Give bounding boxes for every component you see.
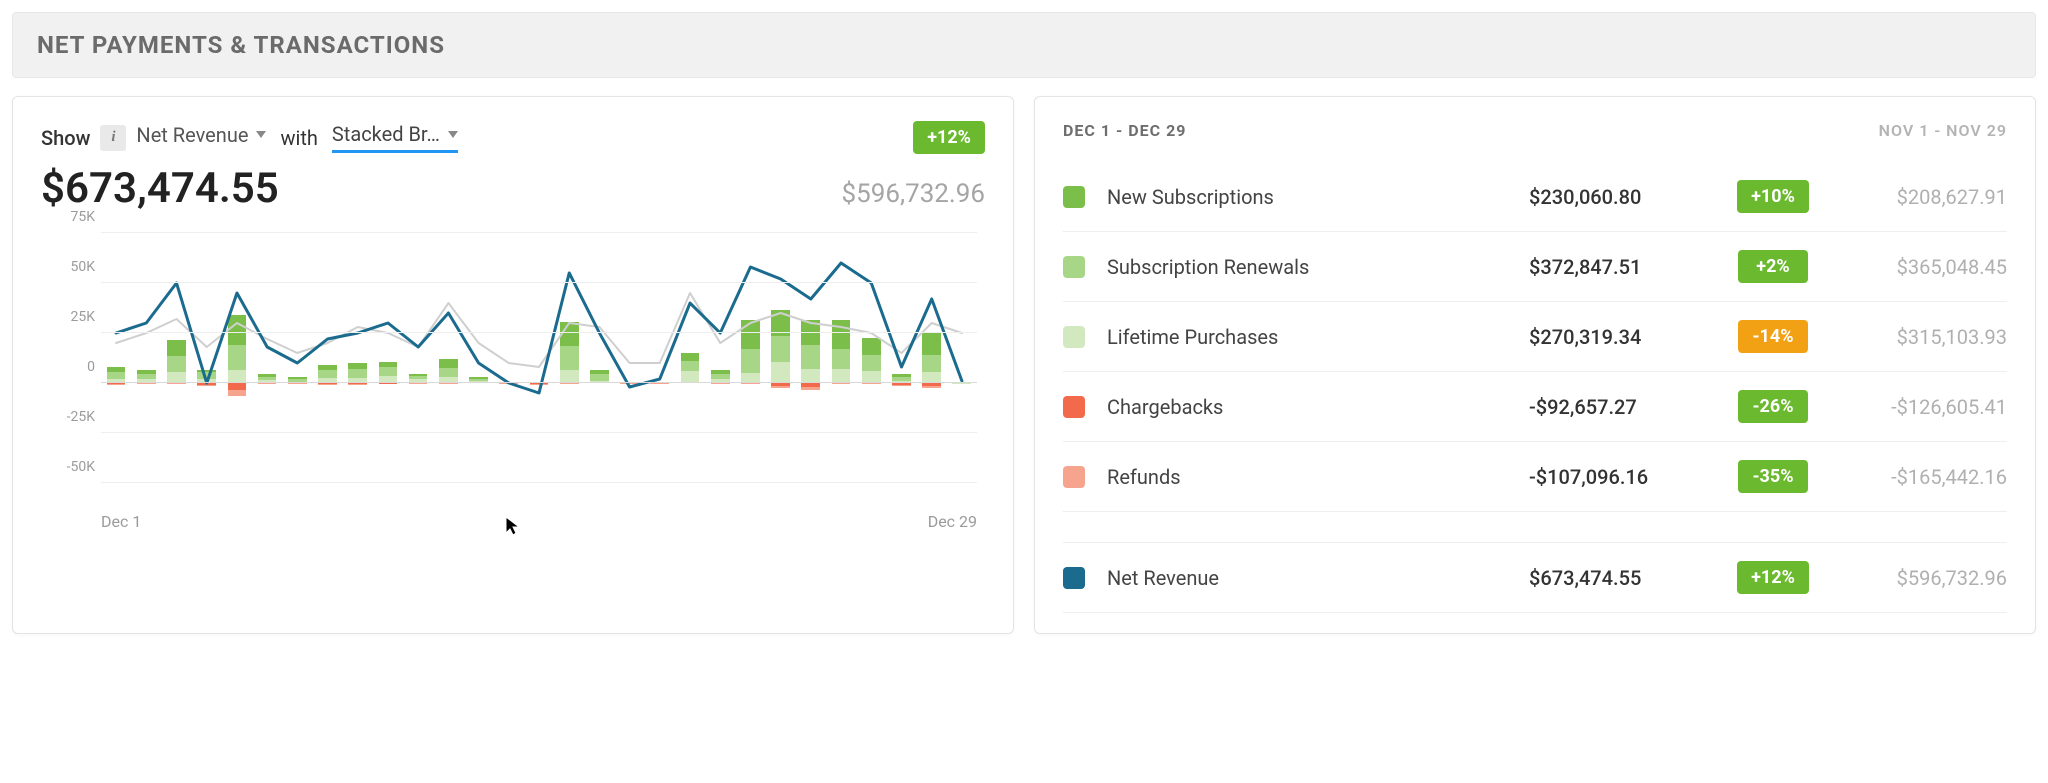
period-previous: NOV 1 - NOV 29 [1879,121,2007,140]
metric-prev-value: $596,732.96 [1837,566,2007,590]
bar-day[interactable] [645,233,675,503]
bar-day[interactable] [916,233,946,503]
y-tick-label: -25K [41,409,95,425]
y-tick-label: 75K [41,209,95,225]
metric-change-badge: +2% [1738,250,1808,283]
metric-row: Lifetime Purchases $270,319.34 -14% $315,10… [1063,302,2007,372]
chart-plot-area [101,233,977,503]
metric-name: Refunds [1107,465,1515,489]
chart-panel: Show i Net Revenue with Stacked Br… +12%… [12,96,1014,634]
info-icon[interactable]: i [100,125,126,151]
metric-name: Chargebacks [1107,395,1515,419]
bar-day[interactable] [282,233,312,503]
bar-day[interactable] [614,233,644,503]
metric-prev-value: $315,103.93 [1837,325,2007,349]
bar-day[interactable] [494,233,524,503]
bar-day[interactable] [796,233,826,503]
section-header: NET PAYMENTS & TRANSACTIONS [12,12,2036,78]
metric-change-badge: +10% [1737,180,1809,213]
chart-controls: Show i Net Revenue with Stacked Br… +12% [41,121,985,154]
section-title: NET PAYMENTS & TRANSACTIONS [37,31,2011,59]
metric-value: $372,847.51 [1529,255,1709,279]
panels-row: Show i Net Revenue with Stacked Br… +12%… [12,96,2036,634]
metric-value: -$92,657.27 [1529,395,1709,419]
metric-change-badge: -26% [1738,390,1808,423]
bar-day[interactable] [192,233,222,503]
bar-day[interactable] [705,233,735,503]
bar-day[interactable] [554,233,584,503]
swatch-net-revenue [1063,567,1085,589]
metric-prev-value: $365,048.45 [1837,255,2007,279]
bar-day[interactable] [584,233,614,503]
metric-change-badge: -14% [1738,320,1808,353]
bar-day[interactable] [463,233,493,503]
chart-bars [101,233,977,503]
bar-day[interactable] [252,233,282,503]
breakdown-panel: DEC 1 - DEC 29 NOV 1 - NOV 29 New Subscr… [1034,96,2036,634]
chart-type-dropdown[interactable]: Stacked Br… [332,122,458,153]
metric-name: Lifetime Purchases [1107,325,1515,349]
metric-name: New Subscriptions [1107,185,1515,209]
bar-day[interactable] [101,233,131,503]
chevron-down-icon [256,131,266,138]
bar-day[interactable] [373,233,403,503]
bar-day[interactable] [343,233,373,503]
period-current: DEC 1 - DEC 29 [1063,121,1186,140]
period-row: DEC 1 - DEC 29 NOV 1 - NOV 29 [1063,121,2007,140]
metric-name: Subscription Renewals [1107,255,1515,279]
bar-day[interactable] [856,233,886,503]
totals-row: $673,474.55 $596,732.96 [41,164,985,213]
bar-day[interactable] [826,233,856,503]
y-tick-label: -50K [41,459,95,475]
y-tick-label: 25K [41,309,95,325]
swatch [1063,186,1085,208]
metric-prev-value: $208,627.91 [1837,185,2007,209]
show-label: Show [41,126,90,150]
metric-prev-value: -$165,442.16 [1837,465,2007,489]
chevron-down-icon [448,131,458,138]
metric-row: Refunds -$107,096.16 -35% -$165,442.16 [1063,442,2007,512]
bar-day[interactable] [222,233,252,503]
bar-day[interactable] [765,233,795,503]
swatch [1063,256,1085,278]
x-start-label: Dec 1 [101,512,141,531]
bar-day[interactable] [524,233,554,503]
metric-dropdown[interactable]: Net Revenue [136,123,266,153]
metric-value: $673,474.55 [1529,566,1709,590]
main-change-badge: +12% [913,121,985,154]
chart-x-labels: Dec 1 Dec 29 [101,509,977,533]
bar-day[interactable] [312,233,342,503]
x-end-label: Dec 29 [928,512,977,531]
metric-dropdown-label: Net Revenue [136,123,248,147]
metric-row: Chargebacks -$92,657.27 -26% -$126,605.41 [1063,372,2007,442]
main-value: $673,474.55 [41,164,279,213]
bar-day[interactable] [735,233,765,503]
chart: Dec 1 Dec 29 -50K-25K025K50K75K [41,233,985,533]
metric-value: $230,060.80 [1529,185,1709,209]
summary-row: Net Revenue $673,474.55 +12% $596,732.96 [1063,542,2007,613]
y-tick-label: 0 [41,359,95,375]
swatch [1063,466,1085,488]
bar-day[interactable] [947,233,977,503]
metric-change-badge: -35% [1738,460,1808,493]
y-tick-label: 50K [41,259,95,275]
bar-day[interactable] [886,233,916,503]
chart-type-dropdown-label: Stacked Br… [332,122,440,146]
compare-value: $596,732.96 [842,179,985,209]
bar-day[interactable] [131,233,161,503]
bar-day[interactable] [433,233,463,503]
with-label: with [280,126,317,150]
bar-day[interactable] [403,233,433,503]
metric-value: -$107,096.16 [1529,465,1709,489]
bar-day[interactable] [161,233,191,503]
metric-prev-value: -$126,605.41 [1837,395,2007,419]
swatch [1063,396,1085,418]
bar-day[interactable] [675,233,705,503]
metric-name: Net Revenue [1107,566,1515,590]
metric-value: $270,319.34 [1529,325,1709,349]
swatch [1063,326,1085,348]
metric-row: Subscription Renewals $372,847.51 +2% $365,… [1063,232,2007,302]
metric-change-badge: +12% [1737,561,1809,594]
metric-row: New Subscriptions $230,060.80 +10% $208,627… [1063,162,2007,232]
